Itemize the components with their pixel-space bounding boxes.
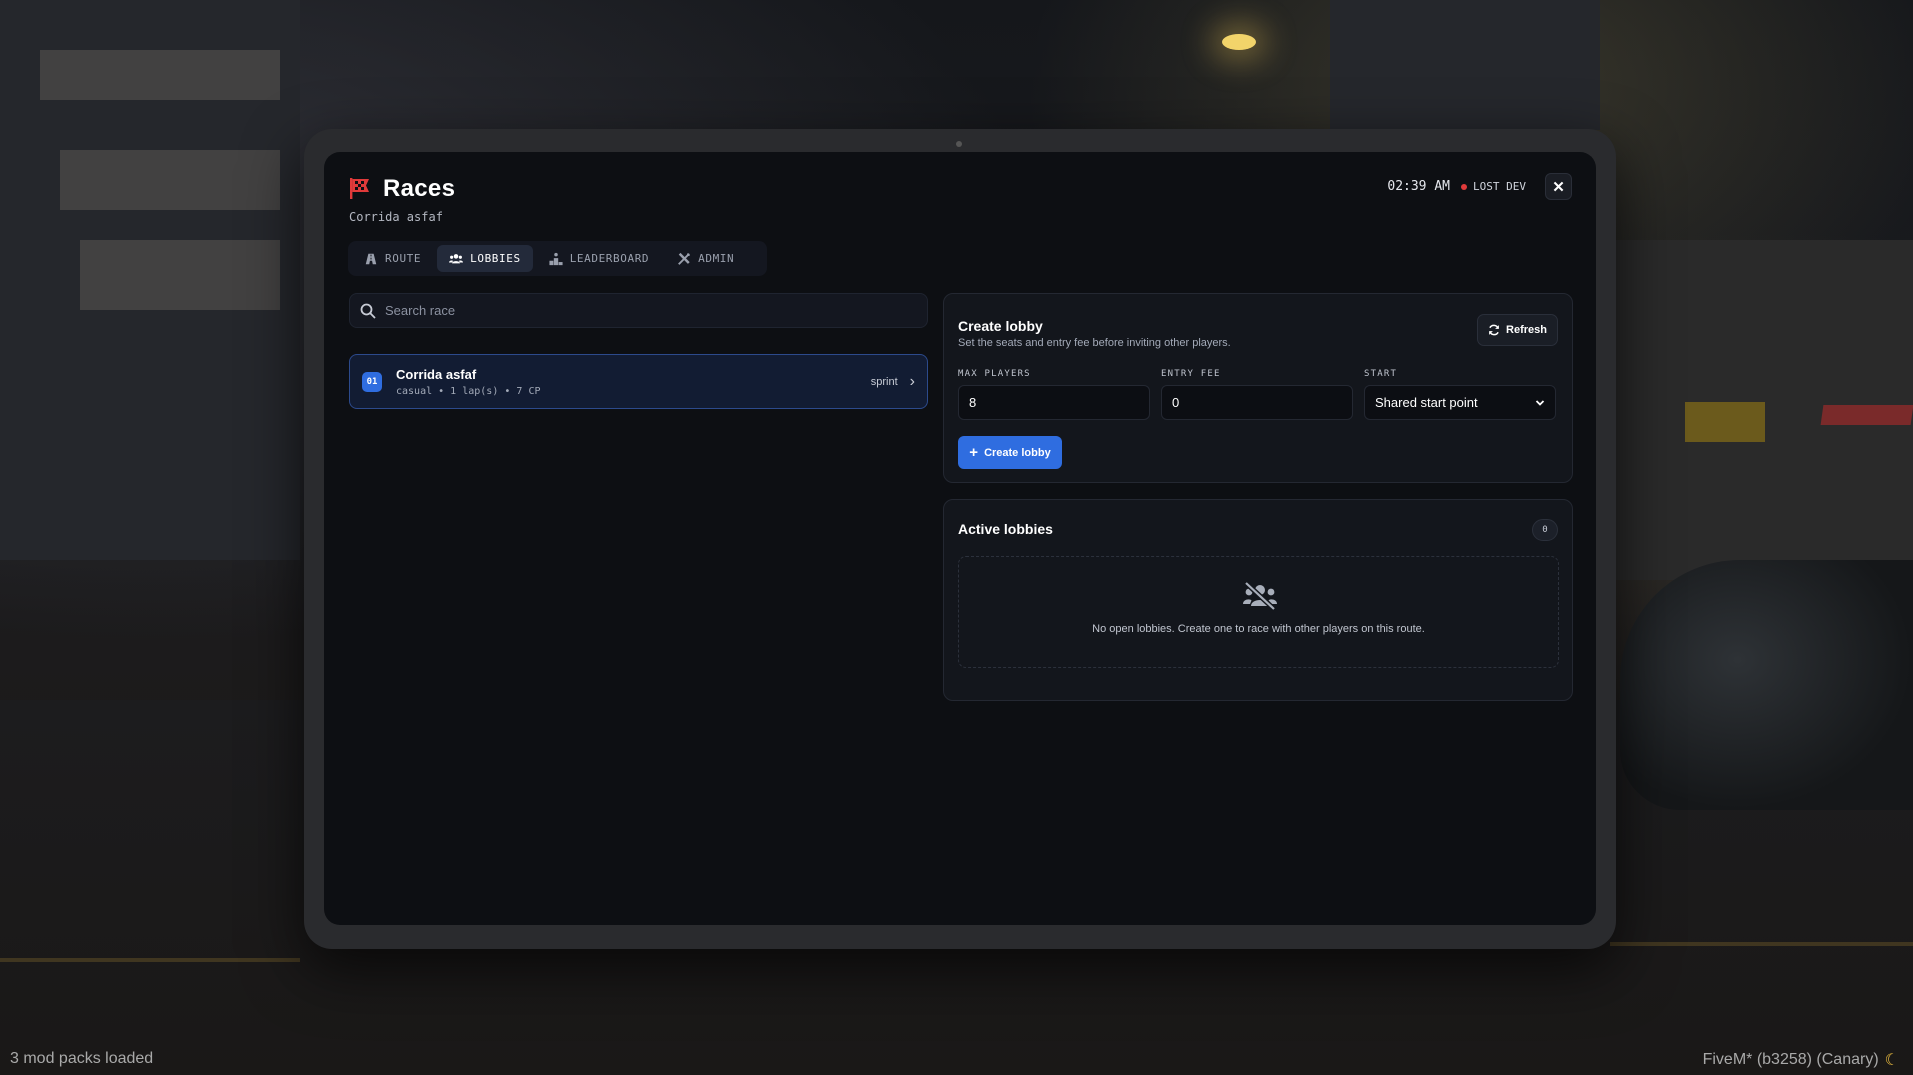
background-building-right — [1330, 0, 1600, 130]
background-shop-sign — [1685, 402, 1765, 442]
race-meta: casual • 1 lap(s) • 7 CP — [396, 385, 541, 397]
start-label: START — [1364, 369, 1398, 379]
create-lobby-description: Set the seats and entry fee before invit… — [958, 337, 1231, 349]
background-street-lamp — [1222, 34, 1256, 50]
entry-fee-label: ENTRY FEE — [1161, 369, 1221, 379]
close-button[interactable]: ✕ — [1545, 173, 1572, 200]
client-version: FiveM* (b3258) (Canary) ☾ — [1703, 1050, 1899, 1070]
refresh-label: Refresh — [1506, 324, 1547, 336]
checkered-flag-icon — [350, 178, 369, 199]
search-icon — [360, 303, 376, 319]
start-select[interactable]: Shared start point — [1364, 385, 1556, 420]
status-label: LOST DEV — [1473, 180, 1526, 193]
tab-bar: ROUTE LOBBIES LEADERBOARD ADMIN — [348, 241, 767, 276]
refresh-button[interactable]: Refresh — [1477, 314, 1558, 346]
background-road-line — [1610, 942, 1913, 946]
tab-leaderboard[interactable]: LEADERBOARD — [537, 245, 661, 272]
active-lobbies-panel: Active lobbies 0 No open lobbies. Create… — [943, 499, 1573, 701]
tab-route-label: ROUTE — [385, 252, 422, 265]
max-players-value: 8 — [969, 395, 977, 410]
page-subtitle: Corrida asfaf — [349, 210, 443, 224]
refresh-icon — [1489, 324, 1499, 336]
entry-fee-value: 0 — [1172, 395, 1180, 410]
podium-icon — [549, 252, 563, 265]
tab-admin-label: ADMIN — [698, 252, 735, 265]
tab-leaderboard-label: LEADERBOARD — [569, 252, 650, 265]
race-number-badge: 01 — [362, 371, 382, 392]
users-icon — [449, 253, 464, 263]
max-players-label: MAX PLAYERS — [958, 369, 1031, 379]
search-input[interactable] — [385, 303, 917, 318]
create-lobby-title: Create lobby — [958, 318, 1043, 334]
create-lobby-panel: Create lobby Set the seats and entry fee… — [943, 293, 1573, 483]
status-dot-icon — [1461, 183, 1468, 190]
entry-fee-field[interactable]: 0 — [1161, 385, 1353, 420]
create-lobby-button-label: Create lobby — [984, 446, 1051, 459]
mod-packs-status: 3 mod packs loaded — [10, 1050, 154, 1067]
empty-state: No open lobbies. Create one to race with… — [958, 556, 1559, 668]
tab-route[interactable]: ROUTE — [352, 245, 433, 272]
tab-lobbies-label: LOBBIES — [470, 252, 521, 265]
background-neon-sign — [1820, 405, 1913, 425]
max-players-field[interactable]: 8 — [958, 385, 1150, 420]
connection-status: LOST DEV — [1461, 180, 1526, 193]
races-app-window: Races Corrida asfaf 02:39 AM LOST DEV ✕ … — [324, 152, 1596, 925]
active-lobbies-count-badge: 0 — [1532, 519, 1558, 541]
race-list-item[interactable]: 01 Corrida asfaf casual • 1 lap(s) • 7 C… — [349, 354, 928, 409]
race-name: Corrida asfaf — [396, 366, 477, 382]
background-window — [60, 150, 280, 210]
clock: 02:39 AM — [1387, 179, 1450, 194]
tablet-camera — [956, 141, 962, 147]
background-window — [80, 240, 280, 310]
race-type: sprint — [870, 375, 898, 388]
start-select-value: Shared start point — [1375, 395, 1478, 410]
active-lobbies-title: Active lobbies — [958, 521, 1053, 537]
background-road-line — [0, 958, 300, 962]
tab-admin[interactable]: ADMIN — [665, 245, 746, 272]
race-info: Corrida asfaf casual • 1 lap(s) • 7 CP — [396, 367, 871, 397]
create-lobby-button[interactable]: + Create lobby — [958, 436, 1062, 469]
page-title: Races — [383, 175, 456, 202]
search-bar — [349, 293, 928, 328]
empty-state-text: No open lobbies. Create one to race with… — [1092, 623, 1425, 635]
chevron-right-icon: › — [909, 372, 915, 390]
background-car — [1620, 560, 1913, 810]
close-icon: ✕ — [1552, 178, 1565, 196]
road-icon — [365, 253, 377, 264]
tools-icon — [678, 252, 691, 265]
plus-icon: + — [969, 444, 979, 461]
tab-lobbies[interactable]: LOBBIES — [437, 245, 533, 272]
client-version-label: FiveM* (b3258) (Canary) — [1702, 1051, 1879, 1068]
background-window — [40, 50, 280, 100]
moon-icon: ☾ — [1884, 1052, 1899, 1069]
users-slash-icon — [1243, 581, 1277, 611]
chevron-down-icon — [1535, 399, 1545, 406]
